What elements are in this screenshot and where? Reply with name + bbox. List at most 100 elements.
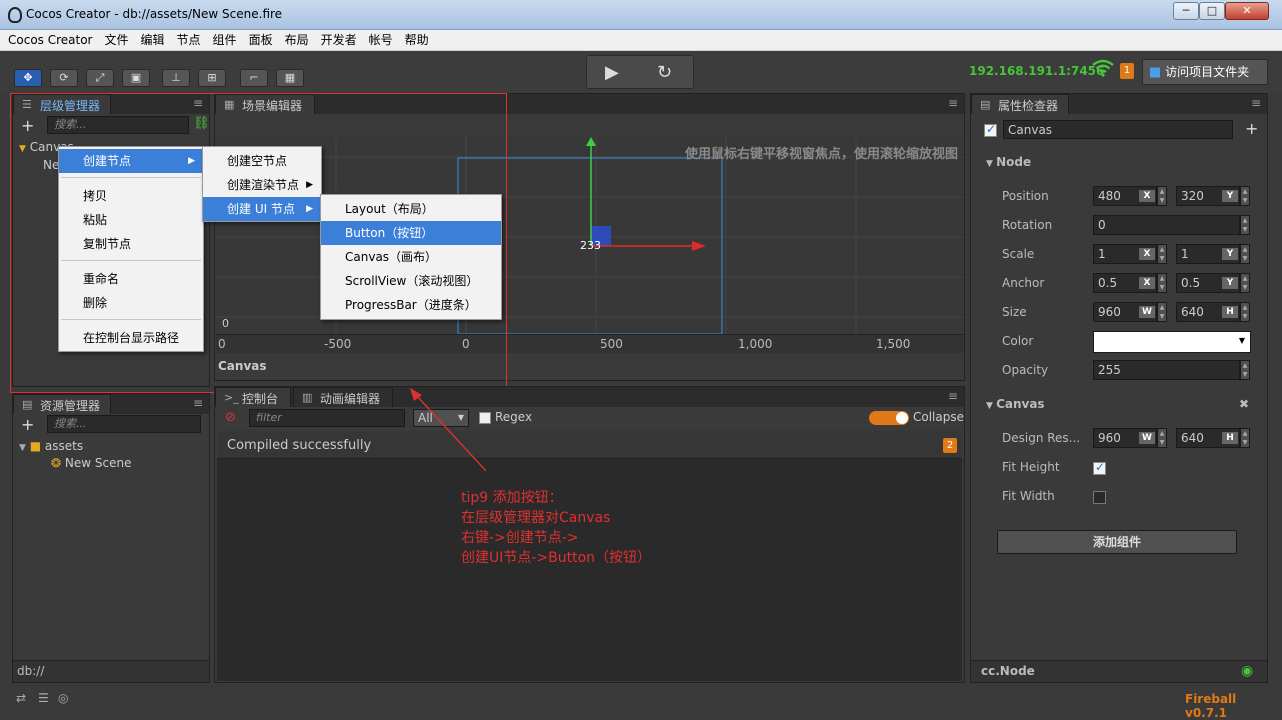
opacity-spinner[interactable]: ▲ ▼ xyxy=(1240,360,1250,380)
menu-item-create-render-node[interactable]: 创建渲染节点 ▶ xyxy=(203,173,321,197)
menu-item-paste[interactable]: 粘贴 xyxy=(59,208,203,232)
tree-node-assets[interactable]: ▼ ■ assets xyxy=(19,439,83,453)
panel-menu-icon[interactable]: ≡ xyxy=(948,96,958,110)
tab-assets[interactable]: ▤ 资源管理器 xyxy=(13,394,111,414)
menu-item-button[interactable]: Button（按钮） xyxy=(321,221,501,245)
console-filter-input[interactable]: filter xyxy=(249,409,405,427)
open-project-folder-button[interactable]: ■ 访问项目文件夹 xyxy=(1142,59,1268,85)
anchor-y-spinner[interactable]: ▲ ▼ xyxy=(1240,273,1250,293)
canvas-section-header[interactable]: ▼ Canvas xyxy=(986,397,1045,411)
size-w-spinner[interactable]: ▲ ▼ xyxy=(1157,302,1167,322)
menu-help[interactable]: 帮助 xyxy=(399,30,435,51)
database-icon[interactable]: ☰ xyxy=(38,691,49,705)
menu-item-progressbar[interactable]: ProgressBar（进度条） xyxy=(321,293,501,317)
menu-node[interactable]: 节点 xyxy=(171,30,207,51)
move-tool-icon[interactable]: ✥ xyxy=(14,69,42,87)
refresh-status-icon[interactable]: ⇄ xyxy=(16,691,26,705)
menu-item-create-empty-node[interactable]: 创建空节点 xyxy=(203,149,321,173)
design-res-w-spinner[interactable]: ▲ ▼ xyxy=(1157,428,1167,448)
log-entry[interactable]: Compiled successfully 2 xyxy=(217,431,962,459)
design-res-w-input[interactable]: 960 W xyxy=(1093,428,1157,448)
scale-y-input[interactable]: 1Y xyxy=(1176,244,1240,264)
menu-file[interactable]: 文件 xyxy=(99,30,135,51)
anchor-x-spinner[interactable]: ▲ ▼ xyxy=(1157,273,1167,293)
close-button[interactable]: ✕ xyxy=(1225,2,1269,20)
design-resolution-label: Design Res... xyxy=(1002,431,1081,445)
minimize-button[interactable]: ─ xyxy=(1173,2,1199,20)
rotate-tool-icon[interactable]: ⟳ xyxy=(50,69,78,87)
y-axis-arrow-icon[interactable] xyxy=(586,137,596,146)
menu-item-canvas[interactable]: Canvas（画布） xyxy=(321,245,501,269)
menu-developer[interactable]: 开发者 xyxy=(315,30,363,51)
refresh-icon[interactable]: ↻ xyxy=(657,62,672,83)
tab-animation-editor[interactable]: ▥ 动画编辑器 xyxy=(293,387,393,407)
rect-tool-icon[interactable]: ▣ xyxy=(122,69,150,87)
menu-item-create-ui-node[interactable]: 创建 UI 节点 ▶ xyxy=(203,197,321,221)
maximize-button[interactable]: □ xyxy=(1199,2,1225,20)
clear-console-icon[interactable]: ⊘ xyxy=(225,410,236,425)
menu-edit[interactable]: 编辑 xyxy=(135,30,171,51)
tree-node-new-scene[interactable]: ❂ New Scene xyxy=(51,456,131,470)
position-x-input[interactable]: 480 X xyxy=(1093,186,1157,206)
menu-item-layout[interactable]: Layout（布局） xyxy=(321,197,501,221)
menu-component[interactable]: 组件 xyxy=(207,30,243,51)
panel-menu-icon[interactable]: ≡ xyxy=(193,396,203,410)
panel-menu-icon[interactable]: ≡ xyxy=(1251,96,1261,110)
anchor-x-input[interactable]: 0.5 X xyxy=(1093,273,1157,293)
opacity-input[interactable]: 255 xyxy=(1093,360,1240,380)
anchor-y-input[interactable]: 0.5 Y xyxy=(1176,273,1240,293)
add-asset-button[interactable]: + xyxy=(21,415,34,434)
add-property-button[interactable]: + xyxy=(1245,119,1258,138)
fit-width-checkbox[interactable] xyxy=(1093,491,1106,504)
design-res-h-input[interactable]: 640 H xyxy=(1176,428,1240,448)
menu-item-duplicate[interactable]: 复制节点 xyxy=(59,232,203,256)
panel-menu-icon[interactable]: ≡ xyxy=(948,389,958,403)
menu-item-show-path[interactable]: 在控制台显示路径 xyxy=(59,326,203,350)
menu-item-delete[interactable]: 删除 xyxy=(59,291,203,315)
notification-badge[interactable]: 1 xyxy=(1120,63,1134,79)
local-toggle-icon[interactable]: ⌐ xyxy=(240,69,268,87)
assets-search-input[interactable]: 搜索... xyxy=(47,415,201,433)
menu-account[interactable]: 帐号 xyxy=(363,30,399,51)
menu-layout[interactable]: 布局 xyxy=(279,30,315,51)
size-h-input[interactable]: 640 H xyxy=(1176,302,1240,322)
menu-item-scrollview[interactable]: ScrollView（滚动视图） xyxy=(321,269,501,293)
preview-eye-icon[interactable]: ◎ xyxy=(58,691,68,705)
x-axis-arrow-icon[interactable] xyxy=(692,241,706,251)
scale-y-spinner[interactable]: ▲ ▼ xyxy=(1240,244,1250,264)
rotation-spinner[interactable]: ▲ ▼ xyxy=(1240,215,1250,235)
scale-tool-icon[interactable]: ⤢ xyxy=(86,69,114,87)
scale-x-spinner[interactable]: ▲ ▼ xyxy=(1157,244,1167,264)
position-x-spinner[interactable]: ▲ ▼ xyxy=(1157,186,1167,206)
pivot-toggle-icon[interactable]: ⊥ xyxy=(162,69,190,87)
play-icon[interactable]: ▶ xyxy=(605,62,619,83)
rotation-input[interactable]: 0 xyxy=(1093,215,1240,235)
eye-icon[interactable]: ◉ xyxy=(1241,663,1253,679)
color-picker[interactable]: ▼ xyxy=(1093,331,1251,353)
menu-item-create-node[interactable]: 创建节点 ▶ xyxy=(59,149,203,173)
center-toggle-icon[interactable]: ⊞ xyxy=(198,69,226,87)
add-component-button[interactable]: 添加组件 xyxy=(997,530,1237,554)
node-name-input[interactable]: Canvas xyxy=(1003,120,1233,139)
menu-item-rename[interactable]: 重命名 xyxy=(59,267,203,291)
size-w-input[interactable]: 960 W xyxy=(1093,302,1157,322)
fit-height-checkbox[interactable] xyxy=(1093,460,1106,475)
tab-inspector[interactable]: ▤ 属性检查器 xyxy=(971,94,1069,114)
collapse-toggle[interactable] xyxy=(869,411,909,425)
menu-item-copy[interactable]: 拷贝 xyxy=(59,184,203,208)
preview-ip-address[interactable]: 192.168.191.1:7456 xyxy=(969,64,1104,78)
tab-console[interactable]: >_ 控制台 xyxy=(215,387,291,407)
design-res-h-spinner[interactable]: ▲ ▼ xyxy=(1240,428,1250,448)
menu-panel[interactable]: 面板 xyxy=(243,30,279,51)
node-active-checkbox[interactable] xyxy=(984,122,997,137)
remove-component-icon[interactable]: ✖ xyxy=(1239,397,1249,411)
expand-arrow-icon[interactable]: ▼ xyxy=(19,443,26,453)
node-section-header[interactable]: ▼ Node xyxy=(986,155,1031,169)
menu-cocos-creator[interactable]: Cocos Creator xyxy=(0,30,99,51)
position-y-input[interactable]: 320 Y xyxy=(1176,186,1240,206)
global-toggle-icon[interactable]: ▦ xyxy=(276,69,304,87)
create-node-submenu: 创建空节点 创建渲染节点 ▶ 创建 UI 节点 ▶ xyxy=(202,146,322,222)
size-h-spinner[interactable]: ▲ ▼ xyxy=(1240,302,1250,322)
position-y-spinner[interactable]: ▲ ▼ xyxy=(1240,186,1250,206)
scale-x-input[interactable]: 1X xyxy=(1093,244,1157,264)
